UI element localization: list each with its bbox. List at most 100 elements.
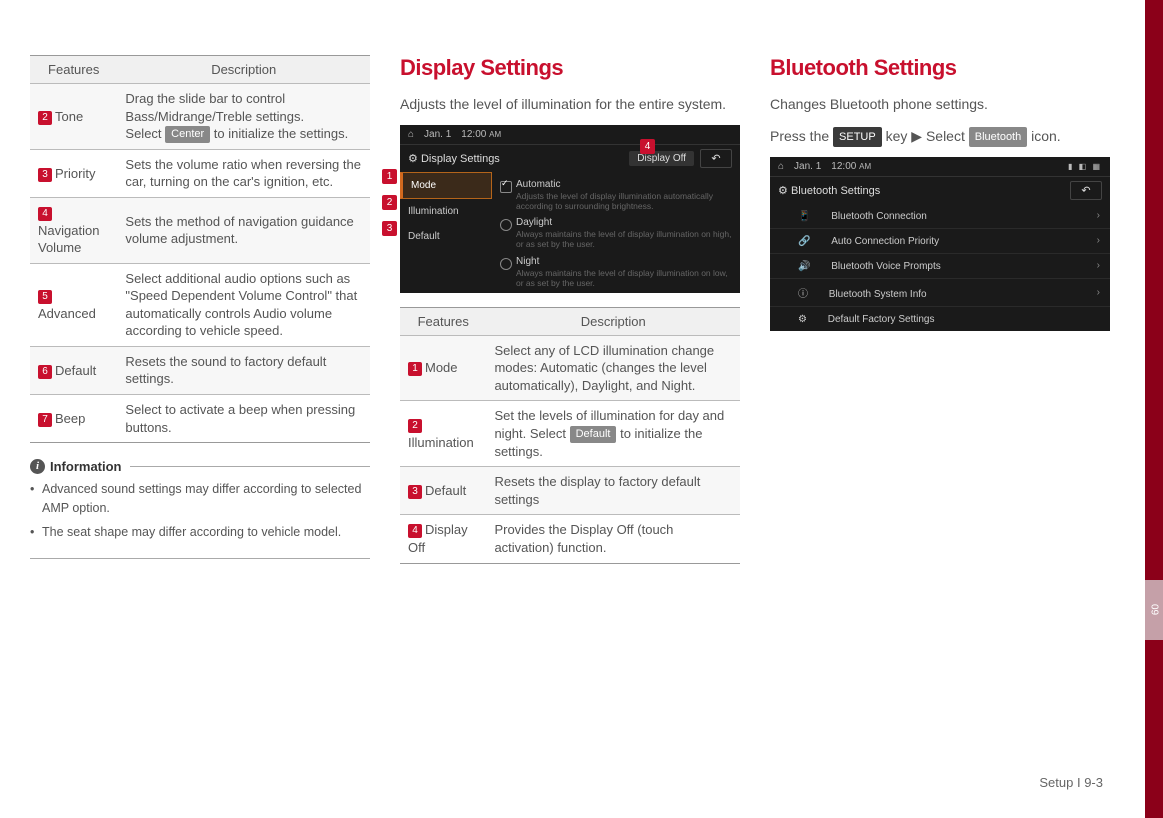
tone-desc-a: Drag the slide bar to control Bass/Midra… [125, 91, 304, 124]
cell-advanced-feature: 5Advanced [30, 263, 117, 346]
label-priority: Priority [55, 166, 95, 181]
bt-shot-status-bar: ⌂ Jan. 1 12:00 AM ▮ ◧ ▦ [770, 157, 1110, 177]
col2-header-description: Description [486, 307, 740, 335]
back-button[interactable]: ↶ [700, 149, 732, 168]
label-beep: Beep [55, 411, 85, 426]
display-settings-screenshot: ⌂ Jan. 1 12:00 AM ⚙ Display Settings Dis… [400, 125, 740, 293]
bluetooth-lead-1: Changes Bluetooth phone settings. [770, 93, 1110, 117]
bt-item-connection-label: Bluetooth Connection [813, 211, 927, 222]
bt-item-connection[interactable]: 📱 Bluetooth Connection› [770, 204, 1110, 229]
cell-default-desc: Resets the sound to factory default sett… [117, 346, 370, 394]
col1-header-features: Features [30, 56, 117, 84]
label-illumination: Illumination [408, 435, 474, 450]
side-item-illumination[interactable]: Illumination [400, 199, 492, 224]
bt-item-factory[interactable]: ⚙ Default Factory Settings [770, 307, 1110, 331]
chevron-right-icon: › [1097, 235, 1100, 246]
bt-item-sysinfo[interactable]: ⓘ Bluetooth System Info› [770, 279, 1110, 307]
info-icon: i [30, 459, 45, 474]
home-icon: ⌂ [778, 161, 784, 172]
label-mode: Mode [425, 360, 458, 375]
shot-ampm: AM [489, 130, 501, 139]
bt-lead-d: icon. [1027, 128, 1060, 144]
opt-automatic[interactable]: Automatic Adjusts the level of display i… [492, 176, 740, 214]
opt-night-sub: Always maintains the level of display il… [516, 268, 732, 288]
cell-ddefault-desc: Resets the display to factory default se… [486, 467, 740, 515]
gear-icon: ⚙ [778, 185, 788, 197]
cell-advanced-desc: Select additional audio options such as … [117, 263, 370, 346]
display-settings-lead: Adjusts the level of illumination for th… [400, 93, 740, 117]
shot-time: 12:00 [461, 129, 486, 140]
cell-beep-feature: 7Beep [30, 394, 117, 442]
back-button[interactable]: ↶ [1070, 181, 1102, 200]
cell-mode-feature: 1Mode [400, 335, 486, 401]
cell-illumination-feature: 2 Illumination [400, 401, 486, 467]
shot-title: Display Settings [421, 153, 500, 165]
display-off-button[interactable]: Display Off [629, 151, 694, 166]
badge-5: 5 [38, 290, 52, 304]
chevron-right-icon: › [1097, 260, 1100, 271]
side-item-mode[interactable]: Mode [400, 172, 492, 199]
dbadge-1: 1 [408, 362, 422, 376]
display-settings-heading: Display Settings [400, 55, 740, 81]
opt-daylight[interactable]: Daylight Always maintains the level of d… [492, 214, 740, 252]
dbadge-4: 4 [408, 524, 422, 538]
badge-2: 2 [38, 111, 52, 125]
page-footer: Setup I 9-3 [1039, 775, 1103, 790]
cell-priority-feature: 3Priority [30, 149, 117, 197]
bluetooth-lead-2: Press the SETUP key ▶ Select Bluetooth i… [770, 125, 1110, 149]
column-2: Display Settings Adjusts the level of il… [400, 55, 740, 564]
cell-tone-feature: 2Tone [30, 84, 117, 150]
chapter-tab-number: 09 [1145, 580, 1163, 640]
shot-status-bar: ⌂ Jan. 1 12:00 AM [400, 125, 740, 145]
opt-daylight-label: Daylight [516, 217, 552, 228]
bt-list: 📱 Bluetooth Connection› 🔗 Auto Connectio… [770, 204, 1110, 331]
info-rule [130, 466, 371, 467]
cell-beep-desc: Select to activate a beep when pressing … [117, 394, 370, 442]
chevron-right-icon: › [1097, 210, 1100, 221]
column-1: Features Description 2Tone Drag the slid… [30, 55, 370, 564]
column-3: Bluetooth Settings Changes Bluetooth pho… [770, 55, 1110, 564]
side-item-default[interactable]: Default [400, 224, 492, 249]
chevron-right-icon: › [1097, 287, 1100, 298]
shot-sidebar: Mode Illumination Default [400, 172, 492, 295]
bt-shot-title: Bluetooth Settings [791, 185, 880, 197]
center-button-label: Center [165, 126, 210, 143]
cell-displayoff-desc: Provides the Display Off (touch activati… [486, 515, 740, 563]
badge-6: 6 [38, 365, 52, 379]
tone-desc-b: Select [125, 126, 165, 141]
bt-lead-c: key ▶ Select [882, 128, 969, 144]
opt-night[interactable]: Night Always maintains the level of disp… [492, 253, 740, 291]
cell-priority-desc: Sets the volume ratio when reversing the… [117, 149, 370, 197]
label-tone: Tone [55, 109, 83, 124]
shot-main: Automatic Adjusts the level of display i… [492, 172, 740, 295]
bt-item-voice[interactable]: 🔊 Bluetooth Voice Prompts› [770, 254, 1110, 279]
info-item-2: The seat shape may differ according to v… [30, 523, 370, 542]
information-label: Information [50, 459, 122, 474]
callout-1: 1 [382, 169, 397, 184]
col1-header-description: Description [117, 56, 370, 84]
badge-3: 3 [38, 168, 52, 182]
bluetooth-settings-heading: Bluetooth Settings [770, 55, 1110, 81]
dbadge-2: 2 [408, 419, 422, 433]
callout-2: 2 [382, 195, 397, 210]
label-default: Default [55, 363, 96, 378]
cell-default-feature: 6Default [30, 346, 117, 394]
shot-date: Jan. 1 [424, 129, 451, 140]
bt-item-priority[interactable]: 🔗 Auto Connection Priority› [770, 229, 1110, 254]
cell-nav-volume-desc: Sets the method of navigation guidance v… [117, 198, 370, 264]
shot-body: Mode Illumination Default Automatic Adju… [400, 172, 740, 295]
cell-nav-volume-feature: 4Navigation Volume [30, 198, 117, 264]
label-ddefault: Default [425, 483, 466, 498]
setup-key-label: SETUP [833, 127, 882, 148]
bt-shot-date: Jan. 1 [794, 161, 821, 172]
information-list: Advanced sound settings may differ accor… [30, 480, 370, 559]
badge-4: 4 [38, 207, 52, 221]
shot-title-row: ⚙ Display Settings Display Off ↶ [400, 145, 740, 172]
gear-icon: ⚙ [408, 153, 418, 165]
bt-shot-title-row: ⚙ Bluetooth Settings ↶ [770, 177, 1110, 204]
cell-illumination-desc: Set the levels of illumination for day a… [486, 401, 740, 467]
col2-header-features: Features [400, 307, 486, 335]
cell-ddefault-feature: 3Default [400, 467, 486, 515]
cell-tone-desc: Drag the slide bar to control Bass/Midra… [117, 84, 370, 150]
status-icons: ▮ ◧ ▦ [1068, 162, 1102, 171]
